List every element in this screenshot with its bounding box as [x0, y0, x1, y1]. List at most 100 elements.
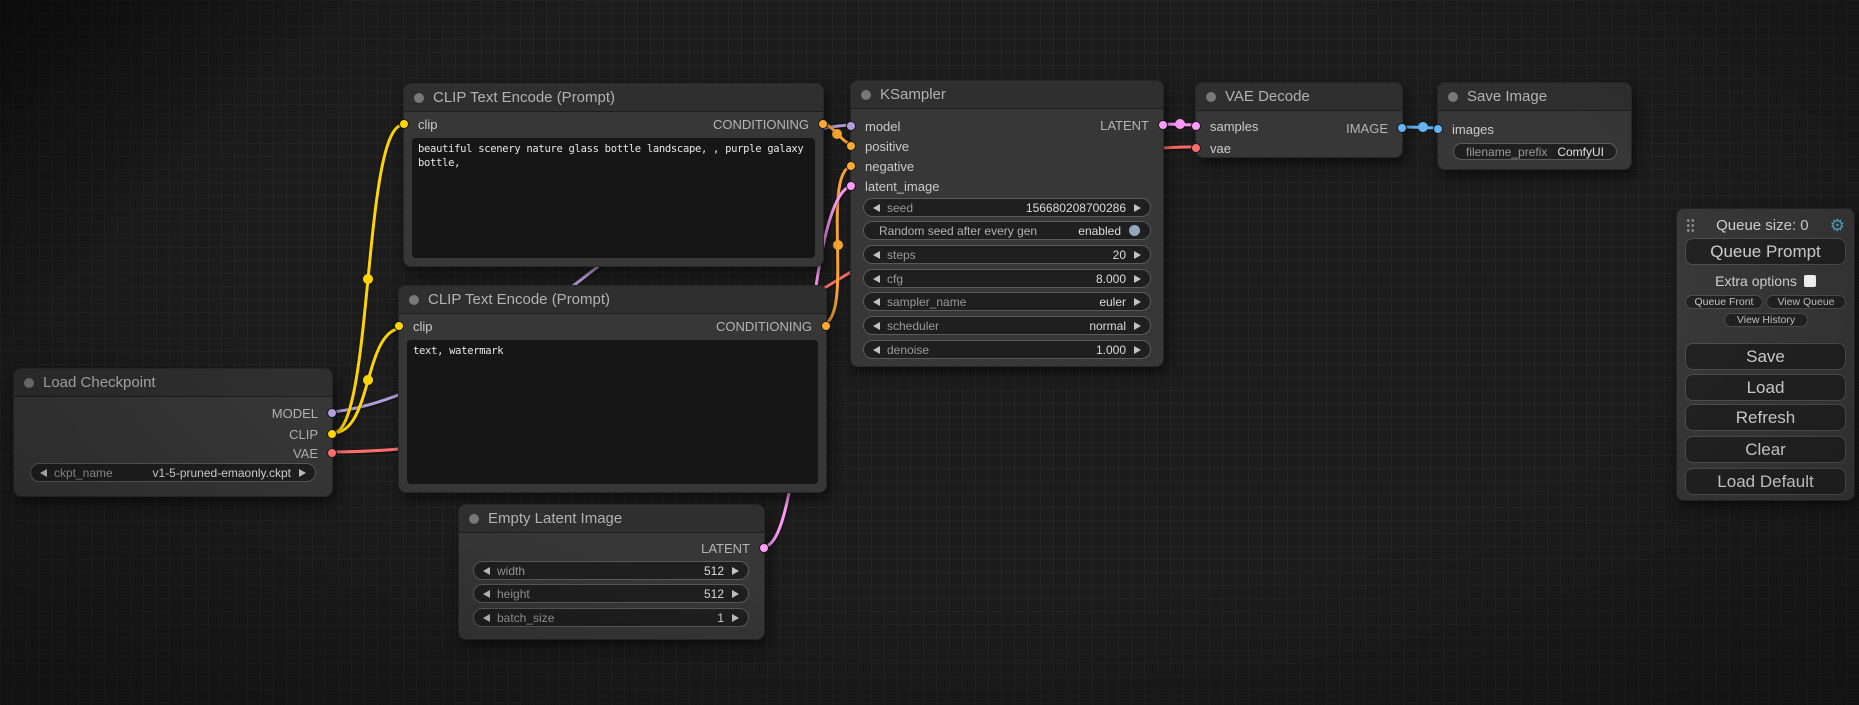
collapse-dot-icon[interactable] — [469, 514, 479, 524]
height-widget[interactable]: height 512 — [473, 584, 749, 603]
node-title-bar[interactable]: Save Image — [1438, 83, 1631, 111]
decrement-arrow-icon[interactable] — [873, 204, 880, 212]
increment-arrow-icon[interactable] — [299, 469, 306, 477]
clip-input-dot[interactable] — [399, 119, 409, 129]
latent-image-input-dot[interactable] — [846, 181, 856, 191]
extra-options-checkbox[interactable] — [1804, 275, 1816, 287]
clip-output-dot[interactable] — [327, 429, 337, 439]
cfg-widget[interactable]: cfg 8.000 — [863, 269, 1151, 288]
view-queue-button[interactable]: View Queue — [1766, 295, 1846, 309]
node-title-bar[interactable]: VAE Decode — [1196, 83, 1402, 111]
vae-input-dot[interactable] — [1191, 143, 1201, 153]
positive-input-dot[interactable] — [846, 141, 856, 151]
increment-arrow-icon[interactable] — [1134, 275, 1141, 283]
decrement-arrow-icon[interactable] — [873, 298, 880, 306]
increment-arrow-icon[interactable] — [1134, 204, 1141, 212]
decrement-arrow-icon[interactable] — [873, 346, 880, 354]
wire-midpoint-dot — [1175, 119, 1185, 129]
node-title-bar[interactable]: CLIP Text Encode (Prompt) — [399, 286, 826, 314]
collapse-dot-icon[interactable] — [414, 93, 424, 103]
conditioning-output-dot[interactable] — [818, 119, 828, 129]
output-slot-latent: LATENT — [701, 538, 750, 558]
wire-midpoint-dot — [833, 240, 843, 250]
clear-button[interactable]: Clear — [1685, 436, 1846, 463]
denoise-widget[interactable]: denoise 1.000 — [863, 340, 1151, 359]
node-clip-text-encode-positive[interactable]: CLIP Text Encode (Prompt) clip CONDITION… — [403, 83, 824, 267]
collapse-dot-icon[interactable] — [861, 90, 871, 100]
random-seed-toggle-widget[interactable]: Random seed after every gen enabled — [863, 221, 1151, 240]
increment-arrow-icon[interactable] — [1134, 322, 1141, 330]
node-title: VAE Decode — [1225, 88, 1310, 105]
node-save-image[interactable]: Save Image images filename_prefix ComfyU… — [1437, 82, 1632, 170]
drag-handle-icon[interactable] — [1686, 218, 1695, 233]
load-default-button[interactable]: Load Default — [1685, 468, 1846, 495]
input-slot-model: model — [865, 116, 900, 136]
increment-arrow-icon[interactable] — [1134, 251, 1141, 259]
negative-input-dot[interactable] — [846, 161, 856, 171]
prompt-textarea[interactable]: text, watermark — [407, 340, 818, 484]
node-vae-decode[interactable]: VAE Decode samples vae IMAGE — [1195, 82, 1403, 158]
input-slot-clip: clip — [418, 114, 438, 134]
view-history-button[interactable]: View History — [1724, 313, 1808, 327]
model-input-dot[interactable] — [846, 121, 856, 131]
images-input-dot[interactable] — [1433, 124, 1443, 134]
node-title-bar[interactable]: Load Checkpoint — [14, 369, 332, 397]
decrement-arrow-icon[interactable] — [483, 590, 490, 598]
collapse-dot-icon[interactable] — [409, 295, 419, 305]
decrement-arrow-icon[interactable] — [483, 567, 490, 575]
clip-input-dot[interactable] — [394, 321, 404, 331]
model-output-dot[interactable] — [327, 408, 337, 418]
width-widget[interactable]: width 512 — [473, 561, 749, 580]
wire-midpoint-dot — [363, 375, 373, 385]
node-load-checkpoint[interactable]: Load Checkpoint MODEL CLIP VAE ckpt_name… — [13, 368, 333, 497]
decrement-arrow-icon[interactable] — [873, 251, 880, 259]
input-slot-samples: samples — [1210, 116, 1258, 136]
wire-midpoint-dot — [1418, 122, 1428, 132]
load-button[interactable]: Load — [1685, 374, 1846, 401]
refresh-button[interactable]: Refresh — [1685, 404, 1846, 431]
latent-output-dot[interactable] — [1158, 120, 1168, 130]
node-title-bar[interactable]: CLIP Text Encode (Prompt) — [404, 84, 823, 112]
node-empty-latent-image[interactable]: Empty Latent Image LATENT width 512 heig… — [458, 504, 765, 640]
image-output-dot[interactable] — [1397, 123, 1407, 133]
seed-widget[interactable]: seed 156680208700286 — [863, 198, 1151, 217]
save-button[interactable]: Save — [1685, 343, 1846, 370]
increment-arrow-icon[interactable] — [732, 567, 739, 575]
sampler-name-widget[interactable]: sampler_name euler — [863, 292, 1151, 311]
decrement-arrow-icon[interactable] — [873, 322, 880, 330]
node-ksampler[interactable]: KSampler model positive negative latent_… — [850, 80, 1164, 367]
prompt-textarea[interactable]: beautiful scenery nature glass bottle la… — [412, 138, 815, 258]
collapse-dot-icon[interactable] — [1206, 92, 1216, 102]
increment-arrow-icon[interactable] — [732, 614, 739, 622]
queue-size-label: Queue size: 0 — [1695, 217, 1830, 234]
increment-arrow-icon[interactable] — [1134, 298, 1141, 306]
queue-front-button[interactable]: Queue Front — [1685, 295, 1763, 309]
filename-prefix-widget[interactable]: filename_prefix ComfyUI — [1453, 143, 1617, 160]
node-title-bar[interactable]: KSampler — [851, 81, 1163, 109]
toggle-enabled-icon[interactable] — [1128, 224, 1141, 237]
node-title: KSampler — [880, 86, 946, 103]
samples-input-dot[interactable] — [1191, 121, 1201, 131]
decrement-arrow-icon[interactable] — [40, 469, 47, 477]
decrement-arrow-icon[interactable] — [873, 275, 880, 283]
input-slot-latent-image: latent_image — [865, 176, 939, 196]
conditioning-output-dot[interactable] — [821, 321, 831, 331]
node-clip-text-encode-negative[interactable]: CLIP Text Encode (Prompt) clip CONDITION… — [398, 285, 827, 493]
steps-widget[interactable]: steps 20 — [863, 245, 1151, 264]
increment-arrow-icon[interactable] — [1134, 346, 1141, 354]
increment-arrow-icon[interactable] — [732, 590, 739, 598]
vae-output-dot[interactable] — [327, 448, 337, 458]
decrement-arrow-icon[interactable] — [483, 614, 490, 622]
batch-size-widget[interactable]: batch_size 1 — [473, 608, 749, 627]
ckpt-name-widget[interactable]: ckpt_name v1-5-pruned-emaonly.ckpt — [30, 463, 316, 482]
scheduler-widget[interactable]: scheduler normal — [863, 316, 1151, 335]
collapse-dot-icon[interactable] — [24, 378, 34, 388]
settings-gear-icon[interactable]: ⚙ — [1830, 217, 1845, 234]
latent-output-dot[interactable] — [759, 543, 769, 553]
graph-canvas[interactable]: Load Checkpoint MODEL CLIP VAE ckpt_name… — [0, 0, 1859, 705]
queue-prompt-button[interactable]: Queue Prompt — [1685, 238, 1846, 265]
output-slot-vae: VAE — [293, 443, 318, 463]
node-title: Load Checkpoint — [43, 374, 156, 391]
collapse-dot-icon[interactable] — [1448, 92, 1458, 102]
node-title-bar[interactable]: Empty Latent Image — [459, 505, 764, 533]
